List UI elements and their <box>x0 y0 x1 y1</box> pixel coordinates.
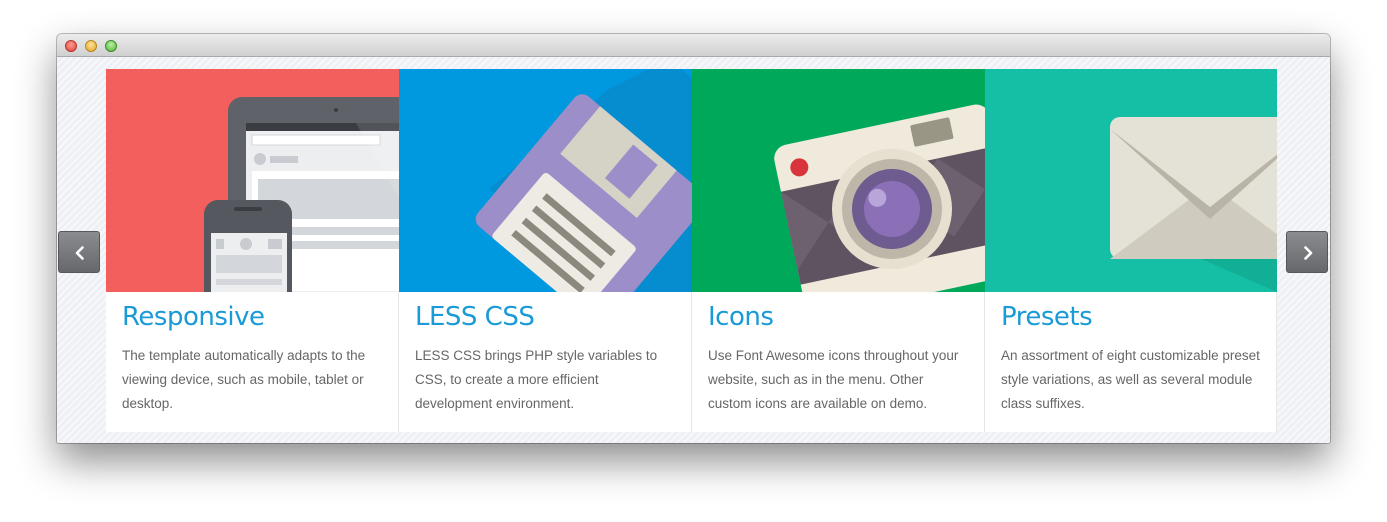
window-titlebar <box>57 34 1330 57</box>
feature-card-presets: Presets An assortment of eight customiza… <box>985 69 1277 432</box>
card-image-less-css <box>399 69 692 292</box>
card-image-presets <box>985 69 1277 292</box>
card-title-icons: Icons <box>708 302 774 332</box>
carousel-prev-button[interactable] <box>58 231 100 273</box>
close-window-button[interactable] <box>65 40 77 52</box>
card-title-responsive: Responsive <box>122 302 265 332</box>
card-image-icons <box>692 69 985 292</box>
feature-card-less-css: LESS CSS LESS CSS brings PHP style varia… <box>399 69 692 432</box>
card-text-responsive: The template automatically adapts to the… <box>122 348 366 411</box>
chevron-right-icon <box>1304 246 1313 260</box>
card-title-presets: Presets <box>1001 302 1093 332</box>
chevron-left-icon <box>75 246 84 260</box>
card-text-icons: Use Font Awesome icons throughout your w… <box>708 348 959 411</box>
browser-window: Responsive The template automatically ad… <box>57 34 1330 443</box>
card-image-responsive <box>106 69 399 292</box>
carousel: Responsive The template automatically ad… <box>57 57 1330 443</box>
envelope-icon <box>985 69 1277 292</box>
card-text-presets: An assortment of eight customizable pres… <box>1001 348 1260 411</box>
floppy-disk-icon <box>399 69 692 292</box>
carousel-next-button[interactable] <box>1286 231 1328 273</box>
feature-card-icons: Icons Use Font Awesome icons throughout … <box>692 69 985 432</box>
camera-icon <box>692 69 985 292</box>
feature-card-responsive: Responsive The template automatically ad… <box>106 69 399 432</box>
card-text-less-css: LESS CSS brings PHP style variables to C… <box>415 348 658 411</box>
card-title-less-css: LESS CSS <box>415 302 535 332</box>
zoom-window-button[interactable] <box>105 40 117 52</box>
devices-icon <box>106 69 399 292</box>
minimize-window-button[interactable] <box>85 40 97 52</box>
